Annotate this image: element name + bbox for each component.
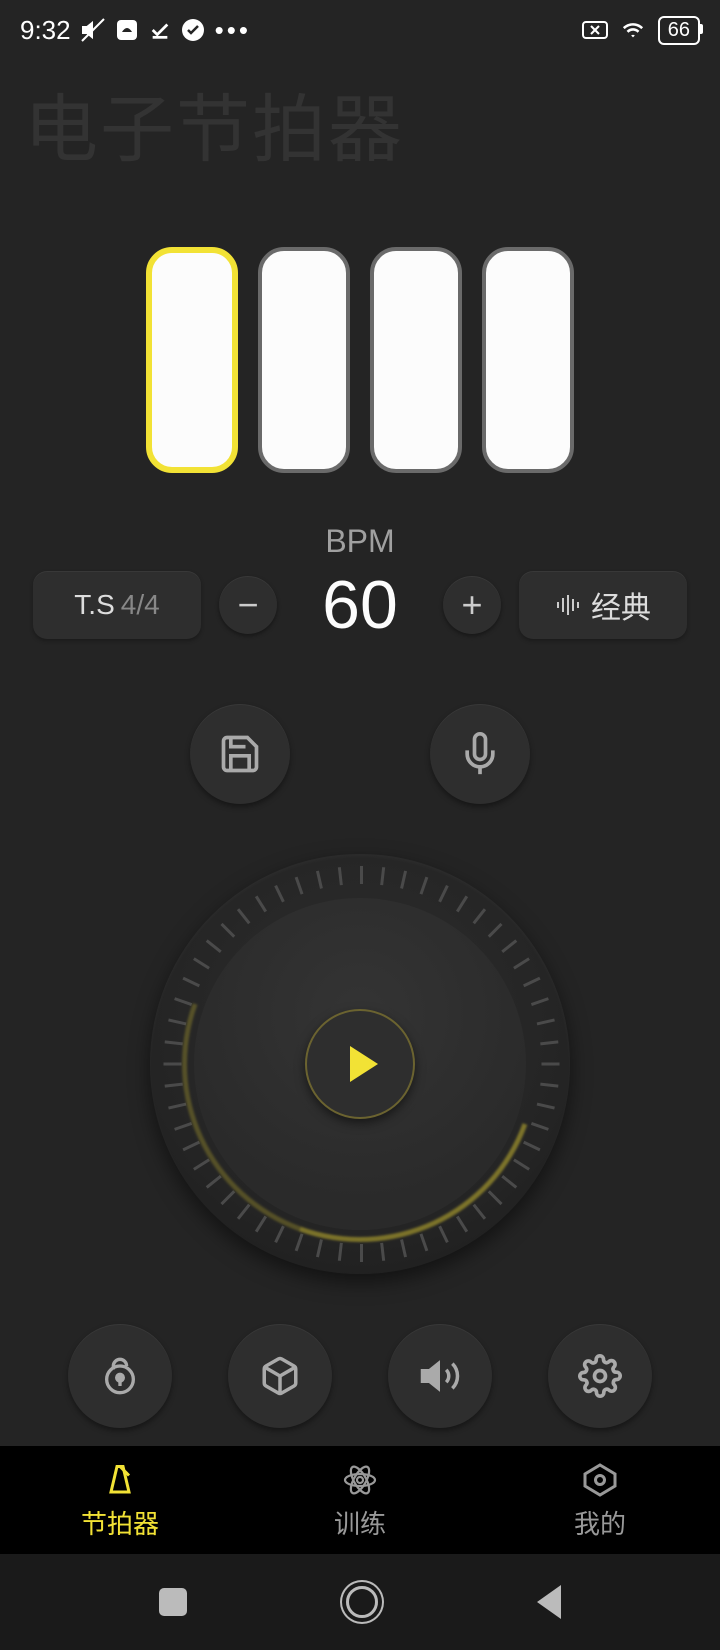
bpm-controls: T.S 4/4 − 60 + 经典 [0, 566, 720, 644]
tab-training-label: 训练 [334, 1504, 386, 1541]
save-icon [218, 732, 262, 776]
play-button[interactable] [305, 1009, 415, 1119]
sound-label: 经典 [591, 583, 651, 627]
close-box-icon [582, 19, 608, 41]
system-nav-bar [0, 1554, 720, 1650]
action-row [0, 704, 720, 804]
beat-4[interactable] [482, 247, 574, 473]
wifi-icon [620, 19, 646, 41]
tab-metronome[interactable]: 节拍器 [0, 1446, 240, 1554]
tempo-dial[interactable] [150, 854, 570, 1274]
check-icon [149, 19, 171, 41]
bpm-decrease-button[interactable]: − [219, 576, 277, 634]
tab-bar: 节拍器 训练 我的 [0, 1446, 720, 1554]
lock-button[interactable] [68, 1324, 172, 1428]
bpm-value[interactable]: 60 [295, 566, 425, 644]
cube-button[interactable] [228, 1324, 332, 1428]
mine-icon [582, 1460, 618, 1500]
beat-2[interactable] [258, 247, 350, 473]
mute-icon [81, 18, 105, 42]
dial-container [0, 854, 720, 1274]
volume-icon [419, 1355, 461, 1397]
nav-home[interactable] [346, 1586, 378, 1618]
beat-indicators [0, 207, 720, 523]
bottom-controls [0, 1324, 720, 1428]
bpm-label: BPM [0, 523, 720, 560]
training-icon [342, 1460, 378, 1500]
settings-button[interactable] [548, 1324, 652, 1428]
sound-preset-button[interactable]: 经典 [519, 571, 687, 639]
volume-button[interactable] [388, 1324, 492, 1428]
tab-mine[interactable]: 我的 [480, 1446, 720, 1554]
save-button[interactable] [190, 704, 290, 804]
mic-icon [458, 732, 502, 776]
beat-3[interactable] [370, 247, 462, 473]
play-icon [350, 1046, 378, 1082]
beat-1[interactable] [146, 247, 238, 473]
nav-back[interactable] [537, 1585, 561, 1619]
sound-wave-icon [555, 594, 581, 616]
tab-mine-label: 我的 [574, 1504, 626, 1541]
cube-icon [259, 1355, 301, 1397]
status-bar: 9:32 ••• 66 [0, 0, 720, 60]
more-icon: ••• [215, 15, 251, 46]
app-title: 电子节拍器 [0, 60, 720, 207]
checkmark-circle-icon [181, 18, 205, 42]
minus-icon: − [237, 584, 258, 626]
gear-icon [578, 1354, 622, 1398]
ts-value: 4/4 [121, 589, 160, 621]
lock-icon [100, 1356, 140, 1396]
mic-button[interactable] [430, 704, 530, 804]
ts-label: T.S [74, 589, 114, 621]
metronome-icon [102, 1460, 138, 1500]
status-time: 9:32 [20, 15, 71, 46]
bpm-increase-button[interactable]: + [443, 576, 501, 634]
tab-training[interactable]: 训练 [240, 1446, 480, 1554]
battery-indicator: 66 [658, 16, 700, 45]
nav-recent[interactable] [159, 1588, 187, 1616]
time-signature-button[interactable]: T.S 4/4 [33, 571, 201, 639]
app-indicator-icon [115, 18, 139, 42]
plus-icon: + [461, 584, 482, 626]
tab-metronome-label: 节拍器 [81, 1504, 159, 1541]
